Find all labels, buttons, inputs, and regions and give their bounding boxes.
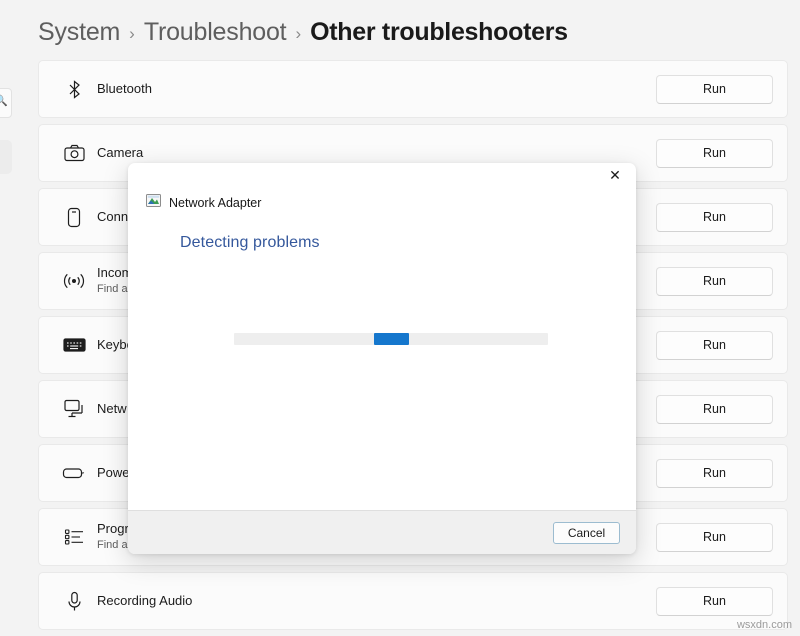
- sidebar-item-stub[interactable]: [0, 140, 12, 174]
- run-button[interactable]: Run: [656, 459, 773, 488]
- bluetooth-icon: [51, 80, 97, 99]
- breadcrumb: System › Troubleshoot › Other troublesho…: [38, 18, 568, 47]
- table-row[interactable]: Recording Audio Run: [38, 572, 788, 630]
- breadcrumb-item-system[interactable]: System: [38, 18, 120, 47]
- row-title: Camera: [97, 145, 648, 161]
- row-title: Bluetooth: [97, 81, 648, 97]
- dialog-status-text: Detecting problems: [180, 234, 618, 252]
- dialog-body: Network Adapter Detecting problems: [128, 188, 636, 510]
- microphone-icon: [51, 591, 97, 612]
- network-adapter-icon: [51, 399, 97, 419]
- connected-device-icon: [51, 207, 97, 228]
- cancel-button[interactable]: Cancel: [553, 522, 620, 544]
- breadcrumb-item-troubleshoot[interactable]: Troubleshoot: [144, 18, 287, 47]
- run-button[interactable]: Run: [656, 75, 773, 104]
- page-title: Other troubleshooters: [310, 18, 568, 47]
- run-button[interactable]: Run: [656, 203, 773, 232]
- incoming-connections-icon: [51, 272, 97, 290]
- camera-icon: [51, 144, 97, 162]
- run-button[interactable]: Run: [656, 331, 773, 360]
- row-title: Recording Audio: [97, 593, 648, 609]
- breadcrumb-separator-icon: ›: [129, 24, 135, 44]
- run-button[interactable]: Run: [656, 523, 773, 552]
- troubleshooter-dialog: ✕ Network Adapter Detecting problems Can…: [128, 163, 636, 554]
- watermark: wsxdn.com: [737, 619, 792, 631]
- run-button[interactable]: Run: [656, 267, 773, 296]
- dialog-footer: Cancel: [128, 510, 636, 554]
- network-adapter-tile-icon: [146, 194, 161, 212]
- progress-bar-chunk: [374, 333, 409, 345]
- run-button[interactable]: Run: [656, 139, 773, 168]
- power-icon: [51, 466, 97, 480]
- progress-bar: [234, 333, 548, 345]
- search-icon: 🔍: [0, 96, 8, 107]
- nav-search-box-stub[interactable]: 🔍: [0, 88, 12, 118]
- dialog-header: Network Adapter: [146, 194, 618, 212]
- breadcrumb-separator-icon: ›: [295, 24, 301, 44]
- row-text: Bluetooth: [97, 81, 656, 97]
- close-icon[interactable]: ✕: [594, 163, 636, 188]
- table-row[interactable]: Bluetooth Run: [38, 60, 788, 118]
- program-list-icon: [51, 528, 97, 546]
- run-button[interactable]: Run: [656, 395, 773, 424]
- keyboard-icon: [51, 337, 97, 353]
- dialog-titlebar: ✕: [128, 163, 636, 188]
- dialog-app-title: Network Adapter: [169, 196, 261, 210]
- row-text: Camera: [97, 145, 656, 161]
- run-button[interactable]: Run: [656, 587, 773, 616]
- row-text: Recording Audio: [97, 593, 656, 609]
